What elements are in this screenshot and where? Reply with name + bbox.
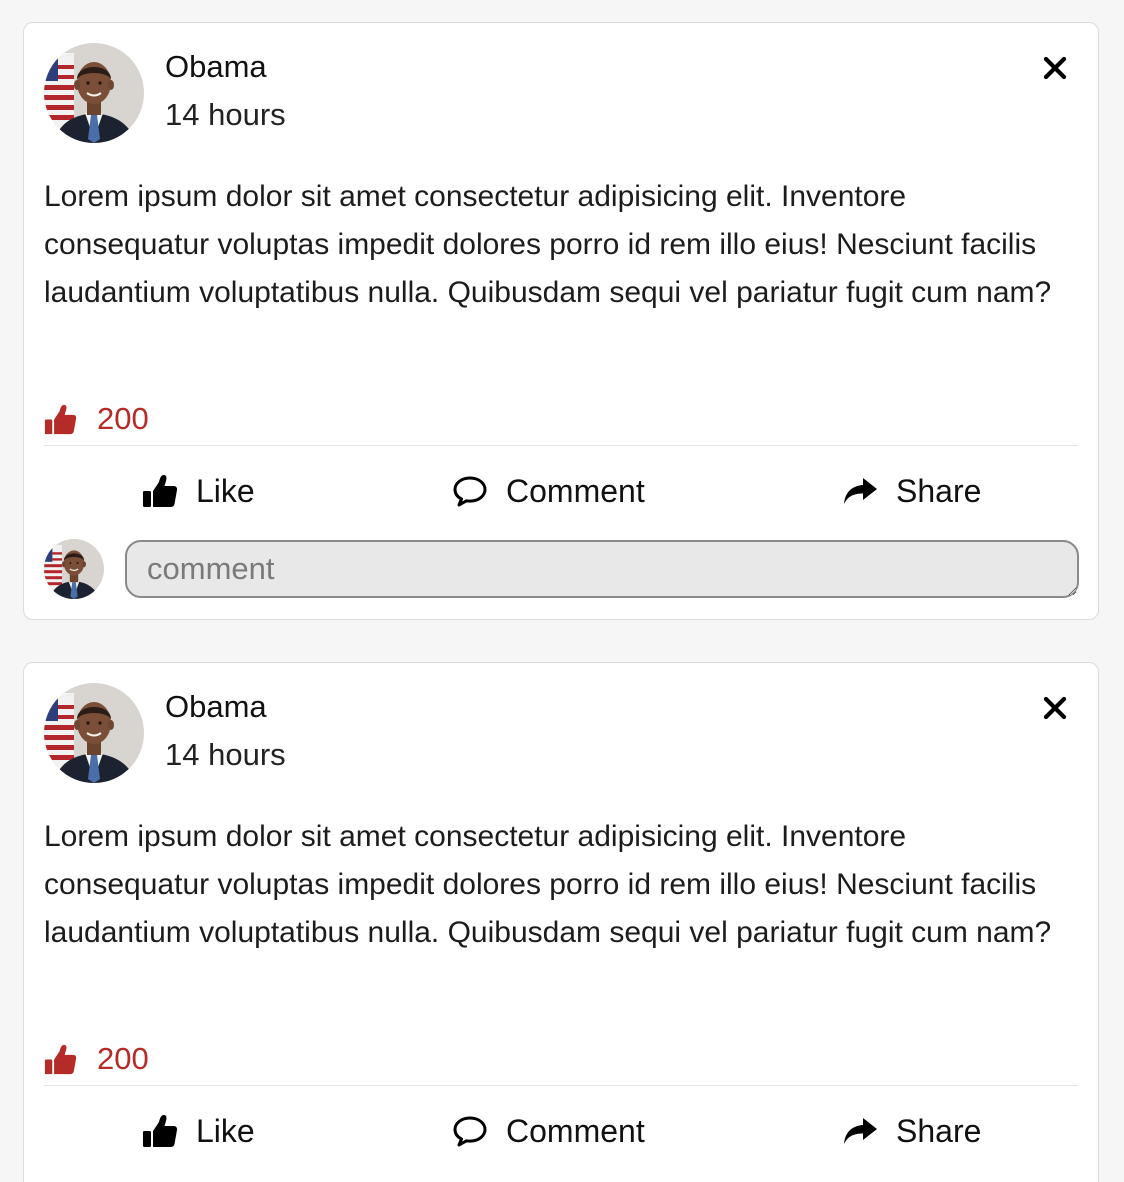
like-button[interactable]: Like <box>142 469 255 513</box>
post-card: Obama 14 hours Lorem ipsum dolor sit ame… <box>23 22 1099 620</box>
likes-count: 200 <box>97 401 149 436</box>
like-button[interactable]: Like <box>142 1109 255 1153</box>
share-button[interactable]: Share <box>842 469 981 513</box>
close-icon[interactable] <box>1042 695 1068 721</box>
like-label: Like <box>196 1112 255 1149</box>
thumbs-up-icon <box>44 1043 77 1076</box>
comment-label: Comment <box>506 472 645 509</box>
share-label: Share <box>896 472 982 509</box>
share-arrow-icon <box>842 476 878 506</box>
likes-count: 200 <box>97 1041 149 1076</box>
post-body: Lorem ipsum dolor sit amet consectetur a… <box>44 180 1052 309</box>
thumbs-up-icon <box>142 473 178 509</box>
post-card: Obama 14 hours Lorem ipsum dolor sit ame… <box>23 662 1099 1182</box>
author-avatar[interactable] <box>44 43 144 143</box>
likes-summary[interactable]: 200 <box>44 1039 149 1079</box>
divider <box>44 1085 1078 1086</box>
post-feed: Obama 14 hours Lorem ipsum dolor sit ame… <box>0 0 1124 1182</box>
close-icon[interactable] <box>1042 55 1068 81</box>
comment-label: Comment <box>506 1112 645 1149</box>
post-timestamp: 14 hours <box>165 737 286 772</box>
thumbs-up-icon <box>44 403 77 436</box>
author-avatar[interactable] <box>44 683 144 783</box>
likes-summary[interactable]: 200 <box>44 399 149 439</box>
comment-button[interactable]: Comment <box>452 469 645 513</box>
author-name[interactable]: Obama <box>165 689 267 725</box>
thumbs-up-icon <box>142 1113 178 1149</box>
share-button[interactable]: Share <box>842 1109 981 1153</box>
comment-button[interactable]: Comment <box>452 1109 645 1153</box>
post-timestamp: 14 hours <box>165 97 286 132</box>
comment-input[interactable] <box>125 540 1079 598</box>
divider <box>44 445 1078 446</box>
share-arrow-icon <box>842 1116 878 1146</box>
speech-bubble-icon <box>452 1115 488 1147</box>
post-body: Lorem ipsum dolor sit amet consectetur a… <box>44 820 1052 949</box>
speech-bubble-icon <box>452 475 488 507</box>
share-label: Share <box>896 1112 982 1149</box>
like-label: Like <box>196 472 255 509</box>
author-name[interactable]: Obama <box>165 49 267 85</box>
commenter-avatar <box>44 539 104 599</box>
